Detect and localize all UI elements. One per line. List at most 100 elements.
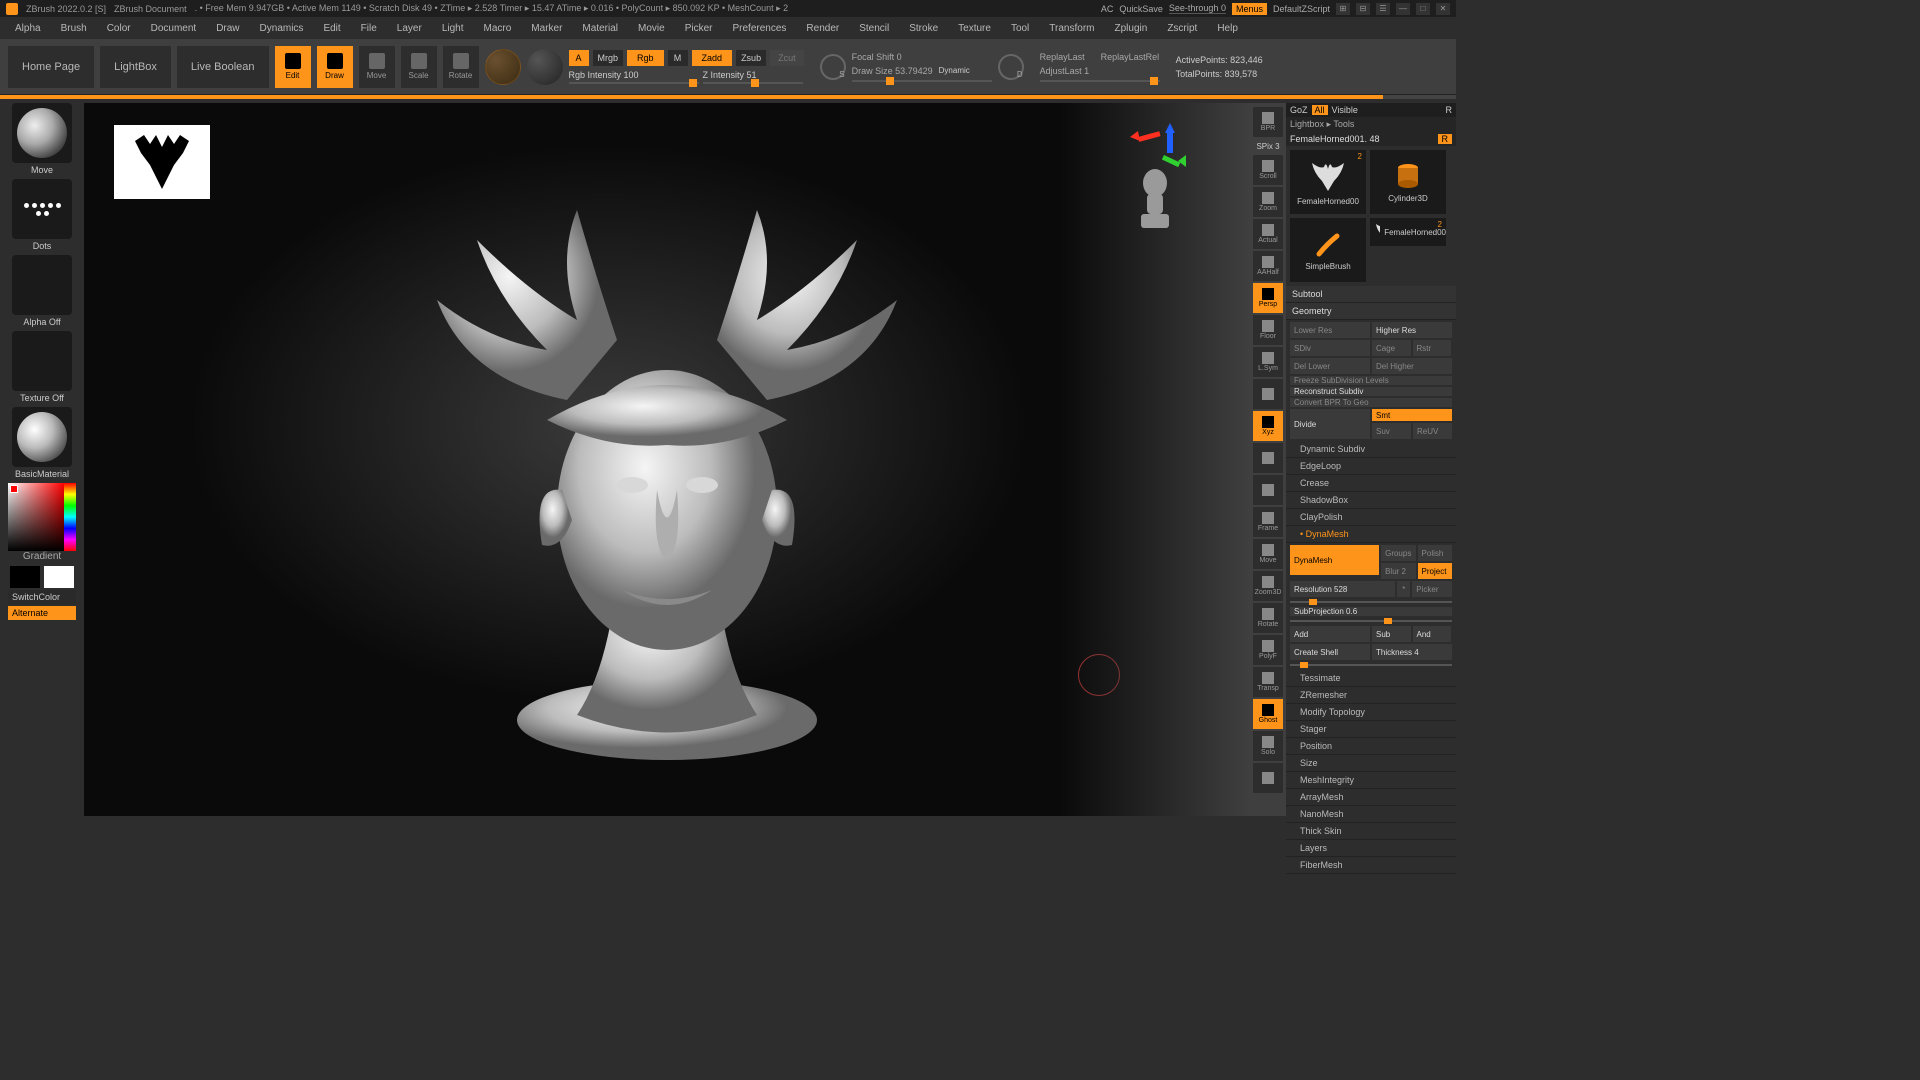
add-button[interactable]: Add xyxy=(1290,626,1370,642)
menu-zplugin[interactable]: Zplugin xyxy=(1115,23,1148,34)
Actual-button[interactable]: Actual xyxy=(1253,219,1283,249)
Solo-button[interactable]: Solo xyxy=(1253,731,1283,761)
Rotate-button[interactable]: Rotate xyxy=(1253,603,1283,633)
draw-size-slider[interactable]: Draw Size 53.79429 xyxy=(852,66,933,76)
tool-thumb-femalehorned[interactable]: 2 FemaleHorned00 xyxy=(1290,150,1366,214)
zsub-chip[interactable]: Zsub xyxy=(736,50,766,66)
defaultzscript-button[interactable]: DefaultZScript xyxy=(1273,4,1330,14)
menu-dynamics[interactable]: Dynamics xyxy=(260,23,304,34)
sdiv-slider[interactable]: SDiv xyxy=(1290,340,1370,356)
home-page-button[interactable]: Home Page xyxy=(8,46,94,88)
window-btn-3[interactable]: ☰ xyxy=(1376,3,1390,15)
Scroll-button[interactable]: Scroll xyxy=(1253,155,1283,185)
menu-color[interactable]: Color xyxy=(107,23,131,34)
window-close[interactable]: ✕ xyxy=(1436,3,1450,15)
menu-material[interactable]: Material xyxy=(582,23,618,34)
material-thumb[interactable] xyxy=(12,407,72,467)
tool-r-button[interactable]: R xyxy=(1438,134,1453,144)
lightbox-tools-header[interactable]: Lightbox ▸ Tools xyxy=(1286,117,1456,132)
viewport-canvas[interactable] xyxy=(84,103,1250,816)
reuv-button[interactable]: ReUV xyxy=(1413,423,1452,439)
section-modify-topology[interactable]: Modify Topology xyxy=(1286,704,1456,721)
menu-movie[interactable]: Movie xyxy=(638,23,665,34)
menu-help[interactable]: Help xyxy=(1217,23,1238,34)
resolution-slider[interactable]: Resolution 528 xyxy=(1290,581,1395,597)
tool-name[interactable]: FemaleHorned001. 48 xyxy=(1290,134,1434,144)
brush-thumb[interactable] xyxy=(12,103,72,163)
Zoom-button[interactable]: Zoom xyxy=(1253,187,1283,217)
switchcolor-button[interactable]: SwitchColor xyxy=(8,590,76,604)
d-dial[interactable] xyxy=(998,54,1024,80)
alternate-button[interactable]: Alternate xyxy=(8,606,76,620)
live-boolean-button[interactable]: Live Boolean xyxy=(177,46,269,88)
silhouette-preview[interactable] xyxy=(114,125,210,199)
menu-transform[interactable]: Transform xyxy=(1049,23,1094,34)
del-lower-button[interactable]: Del Lower xyxy=(1290,358,1370,374)
blur-slider[interactable]: Blur 2 xyxy=(1381,563,1415,579)
menu-file[interactable]: File xyxy=(361,23,377,34)
project-button[interactable]: Project xyxy=(1418,563,1452,579)
groups-button[interactable]: Groups xyxy=(1381,545,1415,561)
Move-button[interactable]: Move xyxy=(1253,539,1283,569)
bpr-button[interactable]: BPR xyxy=(1253,107,1283,137)
rotate-mode-button[interactable]: Rotate xyxy=(443,46,479,88)
quicksave-button[interactable]: QuickSave xyxy=(1119,4,1163,14)
viewport-button[interactable] xyxy=(1253,475,1283,505)
section-edgeloop[interactable]: EdgeLoop xyxy=(1286,458,1456,475)
thickness-slider[interactable]: Thickness 4 xyxy=(1372,644,1452,660)
sub-button[interactable]: Sub xyxy=(1372,626,1411,642)
window-btn-2[interactable]: ⊟ xyxy=(1356,3,1370,15)
Floor-button[interactable]: Floor xyxy=(1253,315,1283,345)
Frame-button[interactable]: Frame xyxy=(1253,507,1283,537)
all-button[interactable]: All xyxy=(1312,105,1328,115)
goz-button[interactable]: GoZ xyxy=(1290,105,1308,115)
menu-macro[interactable]: Macro xyxy=(484,23,512,34)
rgb-chip[interactable]: Rgb xyxy=(627,50,664,66)
window-minimize[interactable]: — xyxy=(1396,3,1410,15)
menu-light[interactable]: Light xyxy=(442,23,464,34)
viewport-button[interactable] xyxy=(1253,763,1283,793)
menu-marker[interactable]: Marker xyxy=(531,23,562,34)
convert-bpr-button[interactable]: Convert BPR To Geo xyxy=(1290,398,1452,407)
edit-mode-button[interactable]: Edit xyxy=(275,46,311,88)
mrgb-chip[interactable]: Mrgb xyxy=(593,50,624,66)
color-picker[interactable] xyxy=(8,483,76,551)
and-button[interactable]: And xyxy=(1413,626,1452,642)
lower-res-button[interactable]: Lower Res xyxy=(1290,322,1370,338)
subprojection-slider[interactable]: SubProjection 0.6 xyxy=(1290,607,1452,616)
swatch-black[interactable] xyxy=(10,566,40,588)
create-shell-button[interactable]: Create Shell xyxy=(1290,644,1370,660)
menu-draw[interactable]: Draw xyxy=(216,23,239,34)
r-button-top[interactable]: R xyxy=(1446,105,1453,115)
visible-button[interactable]: Visible xyxy=(1332,105,1358,115)
gizmo-sphere-1[interactable] xyxy=(485,49,521,85)
stroke-thumb[interactable] xyxy=(12,179,72,239)
menu-tool[interactable]: Tool xyxy=(1011,23,1029,34)
seethrough-slider[interactable]: See-through 0 xyxy=(1169,3,1226,14)
section-size[interactable]: Size xyxy=(1286,755,1456,772)
swatch-white[interactable] xyxy=(44,566,74,588)
menu-zscript[interactable]: Zscript xyxy=(1167,23,1197,34)
window-btn-1[interactable]: ⊞ xyxy=(1336,3,1350,15)
section-meshintegrity[interactable]: MeshIntegrity xyxy=(1286,772,1456,789)
tool-thumb-simplebrush[interactable]: SimpleBrush xyxy=(1290,218,1366,282)
divide-button[interactable]: Divide xyxy=(1290,409,1370,439)
menu-alpha[interactable]: Alpha xyxy=(15,23,41,34)
menu-preferences[interactable]: Preferences xyxy=(732,23,786,34)
Persp-button[interactable]: Persp xyxy=(1253,283,1283,313)
lightbox-button[interactable]: LightBox xyxy=(100,46,171,88)
subtool-section[interactable]: Subtool xyxy=(1286,286,1456,303)
menu-brush[interactable]: Brush xyxy=(61,23,87,34)
section-crease[interactable]: Crease xyxy=(1286,475,1456,492)
section-thick-skin[interactable]: Thick Skin xyxy=(1286,823,1456,840)
section-shadowbox[interactable]: ShadowBox xyxy=(1286,492,1456,509)
texture-thumb[interactable] xyxy=(12,331,72,391)
higher-res-button[interactable]: Higher Res xyxy=(1372,322,1452,338)
menus-button[interactable]: Menus xyxy=(1232,3,1267,15)
spix-slider[interactable]: SPix 3 xyxy=(1256,139,1279,153)
Transp-button[interactable]: Transp xyxy=(1253,667,1283,697)
section-layers[interactable]: Layers xyxy=(1286,840,1456,857)
axis-gizmo[interactable] xyxy=(1120,123,1190,243)
menu-picker[interactable]: Picker xyxy=(685,23,713,34)
rgb-intensity-slider[interactable]: Rgb Intensity 100 xyxy=(569,70,699,80)
